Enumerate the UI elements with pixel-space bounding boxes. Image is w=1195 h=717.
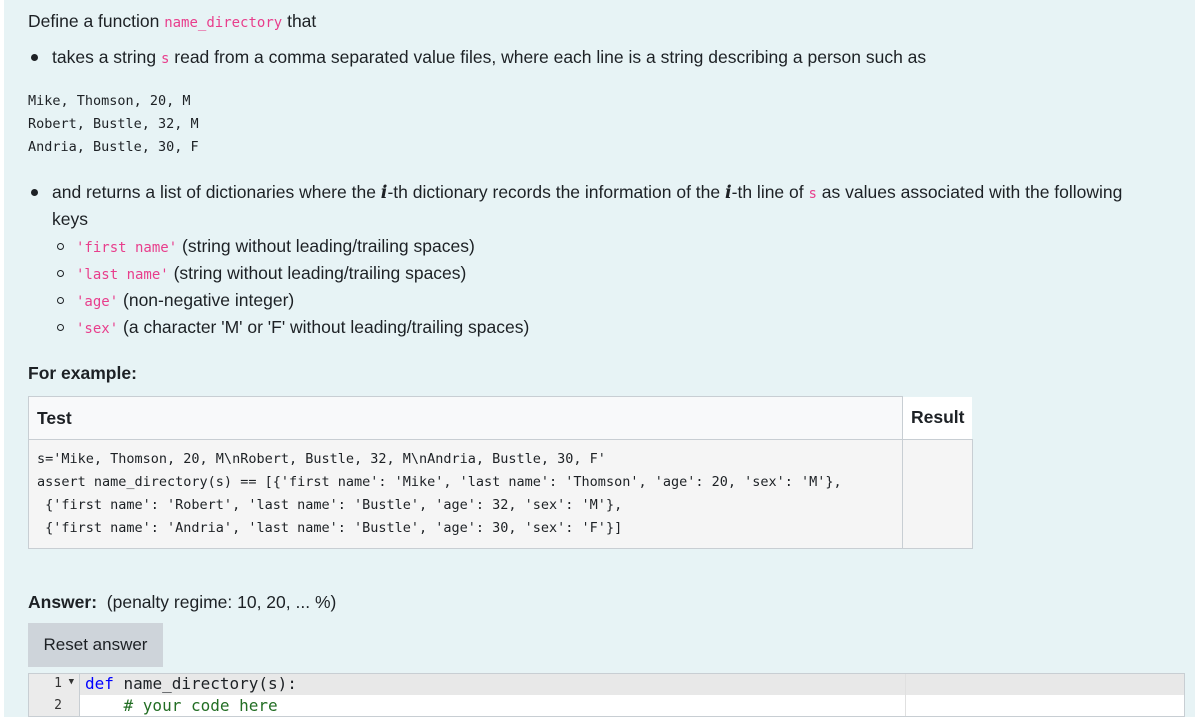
bullet-2-text: -th dictionary records the information o… [387, 182, 725, 202]
result-cell [902, 439, 973, 549]
for-example-heading: For example: [28, 363, 137, 383]
sample-line: Mike, Thomson, 20, M [28, 93, 191, 109]
editor-gutter: 1 ▼ 2 [29, 674, 80, 716]
reset-answer-button[interactable]: Reset answer [28, 623, 163, 667]
penalty-regime: (penalty regime: 10, 20, ... %) [106, 592, 337, 612]
bullet-2-text: as values associated with the following [816, 182, 1123, 202]
test-cell: s='Mike, Thomson, 20, M\nRobert, Bustle,… [28, 439, 903, 549]
bullet-2-text: and returns a list of dictionaries where… [52, 182, 381, 202]
line-number: 1 [54, 676, 62, 691]
key-name: 'last name' [76, 267, 169, 283]
intro-text: Define a function [28, 11, 165, 31]
bullet-icon [31, 54, 38, 61]
examples-table: Test Result s='Mike, Thomson, 20, M\nRob… [28, 396, 973, 549]
header-result: Result [902, 396, 973, 440]
line-number: 2 [54, 698, 62, 713]
code-comment: # your code here [85, 696, 278, 715]
test-line: s='Mike, Thomson, 20, M\nRobert, Bustle,… [37, 451, 606, 467]
bullet-2-text: -th line of [731, 182, 809, 202]
bullet-1-suffix: read from a comma separated value files,… [169, 47, 927, 67]
print-margin [905, 674, 906, 716]
function-signature: name_directory(s): [113, 674, 297, 693]
bullet-2-line2: keys [52, 209, 88, 229]
bullet-2-line1: and returns a list of dictionaries where… [52, 181, 1122, 205]
bullet-1: takes a string s read from a comma separ… [52, 46, 926, 70]
key-name: 'first name' [76, 240, 178, 256]
fold-arrow-icon[interactable]: ▼ [69, 677, 74, 687]
question-intro: Define a function name_directory that [28, 10, 316, 34]
bullet-1-text: takes a string [52, 47, 161, 67]
key-item: 'last name' (string without leading/trai… [76, 262, 466, 286]
key-desc: (string without leading/trailing spaces) [177, 236, 475, 256]
code-editor[interactable]: 1 ▼ 2 def name_directory(s): # your code… [28, 673, 1185, 717]
sample-line: Andria, Bustle, 30, F [28, 139, 199, 155]
bullet-icon [31, 189, 38, 196]
circle-bullet-icon [57, 243, 64, 250]
function-name: name_directory [164, 15, 283, 31]
intro-suffix: that [282, 11, 317, 31]
key-desc: (a character 'M' or 'F' without leading/… [118, 317, 530, 337]
var-s: s [808, 186, 817, 202]
sample-line: Robert, Bustle, 32, M [28, 116, 199, 132]
sample-csv-block: Mike, Thomson, 20, M Robert, Bustle, 32,… [28, 90, 199, 159]
circle-bullet-icon [57, 270, 64, 277]
answer-label: Answer: [28, 592, 98, 612]
test-line: {'first name': 'Robert', 'last name': 'B… [37, 497, 623, 513]
key-name: 'sex' [76, 321, 119, 337]
key-name: 'age' [76, 294, 119, 310]
test-line: {'first name': 'Andria', 'last name': 'B… [37, 520, 623, 536]
key-item: 'first name' (string without leading/tra… [76, 235, 475, 259]
circle-bullet-icon [57, 324, 64, 331]
key-desc: (string without leading/trailing spaces) [168, 263, 467, 283]
code-line-1[interactable]: def name_directory(s): [85, 674, 297, 693]
key-item: 'age' (non-negative integer) [76, 289, 294, 313]
key-desc: (non-negative integer) [118, 290, 295, 310]
answer-label-row: Answer: (penalty regime: 10, 20, ... %) [28, 591, 336, 613]
circle-bullet-icon [57, 297, 64, 304]
key-item: 'sex' (a character 'M' or 'F' without le… [76, 316, 529, 340]
code-line-2[interactable]: # your code here [85, 696, 278, 715]
header-test: Test [28, 396, 903, 440]
test-line: assert name_directory(s) == [{'first nam… [37, 474, 842, 490]
keyword-def: def [85, 674, 114, 693]
math-i: i [724, 183, 732, 203]
